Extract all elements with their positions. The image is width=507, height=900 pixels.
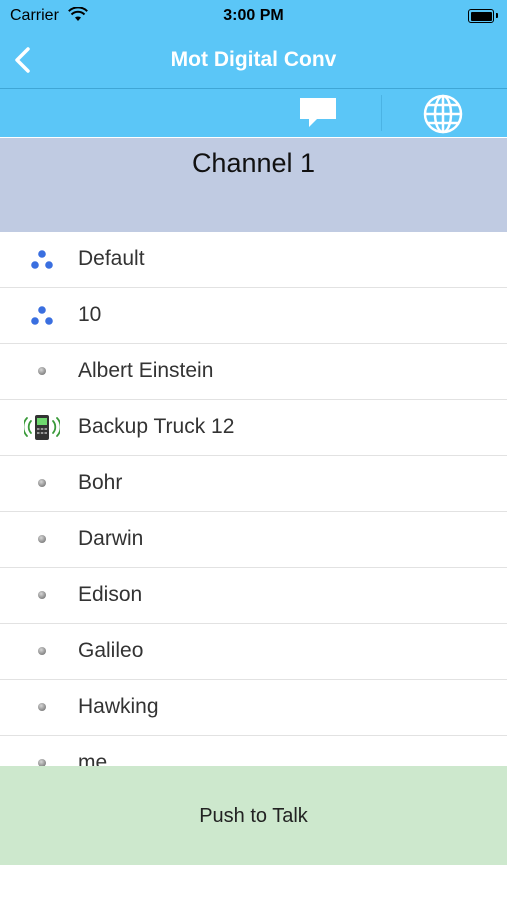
list-item[interactable]: Default — [0, 232, 507, 288]
list-item-label: Bohr — [78, 471, 123, 494]
globe-icon[interactable] — [421, 94, 465, 134]
user-dot-icon — [24, 468, 60, 498]
list-item[interactable]: Darwin — [0, 512, 507, 568]
list-item[interactable]: Bohr — [0, 456, 507, 512]
list-item-label: Default — [78, 247, 145, 270]
navigation-bar: Mot Digital Conv — [0, 33, 507, 89]
list-item-label: Galileo — [78, 639, 144, 662]
list-item[interactable]: Edison — [0, 568, 507, 624]
group-icon — [24, 244, 60, 274]
user-dot-icon — [24, 524, 60, 554]
list-item-label: Hawking — [78, 695, 159, 718]
list-item-label: 10 — [78, 303, 102, 326]
list-item-label: Edison — [78, 583, 143, 606]
user-dot-icon — [24, 636, 60, 666]
message-icon[interactable] — [297, 95, 339, 129]
channel-header: Channel 1 — [0, 138, 507, 232]
user-dot-icon — [24, 356, 60, 386]
list-item[interactable]: Backup Truck 12 — [0, 400, 507, 456]
channel-name: Channel 1 — [191, 148, 316, 178]
list-item-label: Backup Truck 12 — [78, 415, 235, 438]
list-item[interactable]: Hawking — [0, 680, 507, 736]
list-item[interactable]: 10 — [0, 288, 507, 344]
user-dot-icon — [24, 692, 60, 722]
battery-icon — [468, 9, 498, 23]
user-dot-icon — [24, 748, 60, 766]
page-title: Mot Digital Conv — [170, 48, 337, 71]
list-item[interactable]: Albert Einstein — [0, 344, 507, 400]
user-dot-icon — [24, 580, 60, 610]
push-to-talk-label: Push to Talk — [199, 805, 308, 827]
member-list: Default 10 Albert Einstein Backup Truck … — [0, 232, 507, 766]
list-item-label: Darwin — [78, 527, 144, 550]
list-item-label: me — [78, 751, 108, 766]
toolbar — [0, 89, 507, 137]
toolbar-divider — [381, 95, 382, 131]
push-to-talk-button[interactable]: Push to Talk — [0, 766, 507, 865]
list-item[interactable]: me — [0, 736, 507, 766]
list-item[interactable]: Galileo — [0, 624, 507, 680]
status-bar: Carrier 3:00 PM — [0, 0, 507, 33]
group-icon — [24, 300, 60, 330]
radio-device-icon — [22, 412, 62, 442]
clock-label: 3:00 PM — [223, 7, 284, 24]
list-item-label: Albert Einstein — [78, 359, 214, 382]
